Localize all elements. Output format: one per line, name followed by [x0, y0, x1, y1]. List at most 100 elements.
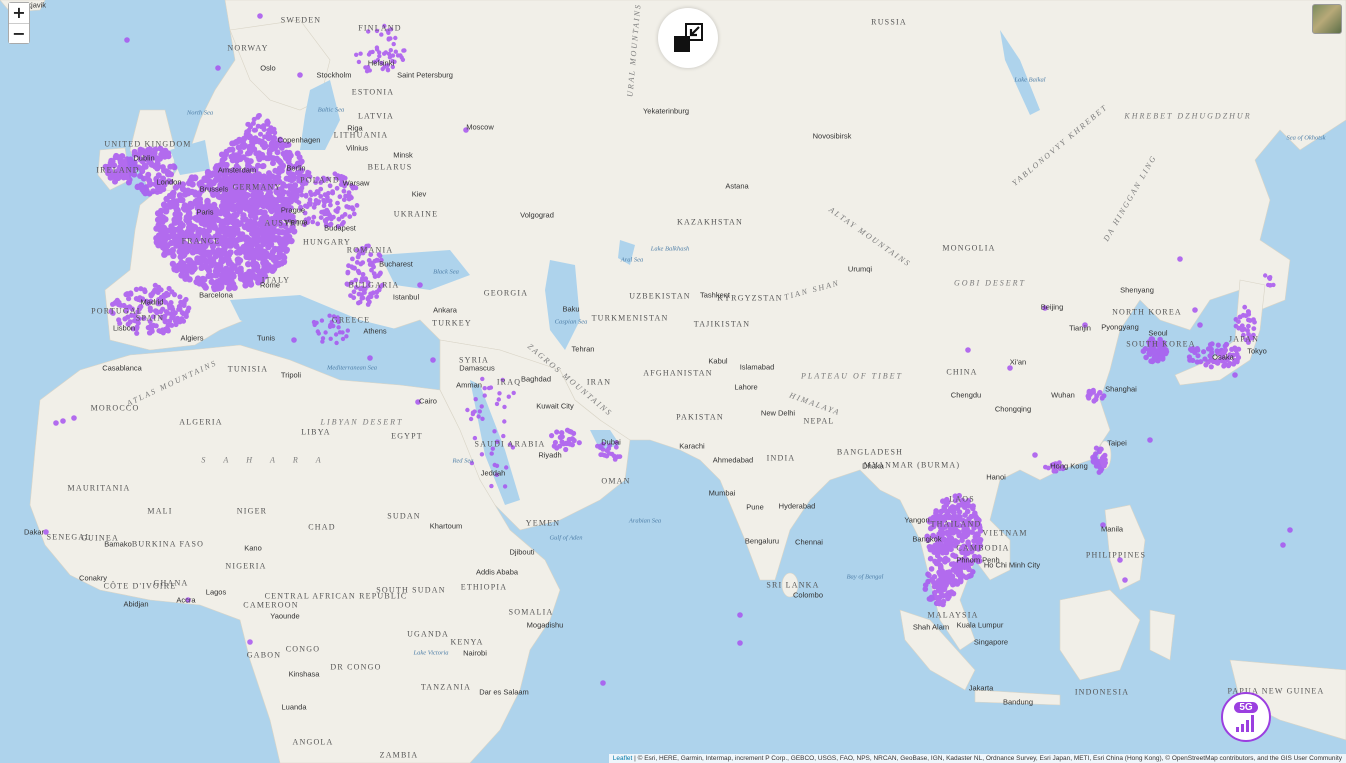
coverage-dot: [237, 275, 245, 282]
coverage-dot: [283, 142, 290, 149]
coverage-dot: [303, 193, 309, 199]
coverage-dot: [340, 330, 345, 335]
coverage-dot: [1097, 389, 1103, 396]
coverage-dot: [430, 357, 436, 363]
coverage-dot: [945, 546, 951, 553]
coverage-dot: [335, 200, 340, 206]
coverage-dot: [374, 294, 379, 299]
coverage-dot: [335, 318, 341, 323]
coverage-dot: [331, 214, 336, 220]
coverage-dot: [174, 207, 181, 214]
coverage-dot: [206, 234, 213, 242]
coverage-dot: [970, 543, 977, 550]
coverage-dot: [1140, 348, 1147, 355]
coverage-dot: [382, 23, 387, 29]
coverage-dot: [1147, 437, 1153, 443]
coverage-dot: [303, 217, 309, 223]
coverage-dot: [297, 72, 303, 78]
coverage-dot: [386, 37, 391, 42]
coverage-dot: [265, 191, 272, 198]
coverage-dot: [355, 254, 361, 260]
coverage-dot: [1205, 346, 1212, 352]
coverage-dot: [341, 197, 347, 203]
coverage-dot: [160, 186, 167, 193]
zoom-out-button[interactable]: −: [9, 23, 29, 43]
coverage-dot: [153, 225, 160, 232]
coverage-dot: [569, 436, 576, 442]
coverage-dot: [195, 210, 203, 217]
coverage-dot: [494, 472, 499, 477]
coverage-dot: [1201, 349, 1207, 355]
coverage-dot: [243, 271, 251, 278]
coverage-dot: [386, 51, 392, 57]
coverage-dot: [169, 190, 176, 197]
coverage-dot: [932, 558, 938, 565]
coverage-dot: [222, 217, 230, 224]
coverage-dot: [122, 316, 128, 322]
coverage-dot: [201, 262, 209, 269]
coverage-dot: [944, 500, 950, 506]
coverage-dot: [1195, 353, 1201, 359]
coverage-dot: [127, 319, 133, 325]
coverage-dot: [256, 156, 263, 163]
coverage-dot: [274, 149, 281, 156]
coverage-dot: [275, 174, 282, 181]
map-container[interactable]: SWEDEN FINLAND NORWAY ESTONIA LATVIA LIT…: [0, 0, 1346, 763]
coverage-dot: [496, 397, 501, 402]
coverage-dot: [1229, 346, 1235, 352]
coverage-dot: [929, 576, 935, 583]
coverage-dot: [946, 508, 952, 515]
coverage-dot: [350, 256, 355, 262]
coverage-dot: [358, 286, 363, 292]
fullscreen-exit-button[interactable]: [658, 8, 718, 68]
coverage-dot: [1210, 358, 1216, 365]
coverage-dot: [510, 445, 516, 450]
coverage-dot: [234, 173, 241, 180]
coverage-dot: [1007, 365, 1013, 371]
coverage-dot: [492, 429, 497, 434]
coverage-dot: [245, 131, 251, 136]
coverage-dot: [259, 174, 265, 181]
coverage-dot: [221, 155, 228, 162]
coverage-dot: [227, 168, 234, 175]
coverage-dot: [53, 420, 59, 426]
coverage-dot: [353, 285, 359, 290]
coverage-dot: [1246, 323, 1251, 329]
zoom-in-button[interactable]: +: [9, 3, 29, 23]
coverage-dot: [245, 204, 251, 211]
coverage-dot: [228, 226, 235, 233]
coverage-dot: [366, 295, 372, 300]
coverage-dot: [374, 257, 380, 263]
coverage-dot: [257, 13, 263, 19]
coverage-dot: [365, 65, 371, 70]
coverage-dot: [497, 391, 502, 396]
coverage-dot: [226, 146, 233, 153]
coverage-dot: [489, 483, 494, 489]
coverage-dot: [258, 131, 263, 137]
coverage-dot: [261, 127, 267, 132]
coverage-dot: [385, 63, 390, 68]
coverage-dot: [186, 305, 192, 311]
coverage-dot: [501, 433, 506, 439]
coverage-dot: [234, 267, 241, 275]
coverage-dot: [1102, 452, 1108, 458]
coverage-dot: [146, 146, 153, 153]
coverage-dot: [1152, 340, 1159, 346]
leaflet-link[interactable]: Leaflet: [613, 755, 633, 762]
coverage-dot: [1219, 347, 1225, 353]
coverage-dot: [124, 156, 131, 163]
coverage-dot: [952, 538, 959, 544]
coverage-dot: [953, 496, 960, 503]
coverage-dot: [600, 680, 606, 686]
5g-legend-button[interactable]: 5G: [1221, 692, 1271, 742]
coverage-dot: [973, 516, 980, 522]
coverage-dot: [337, 194, 343, 200]
coverage-dot: [286, 201, 292, 207]
coverage-dot: [164, 290, 170, 296]
coverage-dot: [322, 218, 328, 223]
basemap-switcher-button[interactable]: [1312, 4, 1342, 34]
basemap[interactable]: [0, 0, 1346, 763]
coverage-dot: [150, 314, 156, 320]
coverage-dot: [330, 189, 335, 195]
coverage-dot: [266, 147, 273, 154]
